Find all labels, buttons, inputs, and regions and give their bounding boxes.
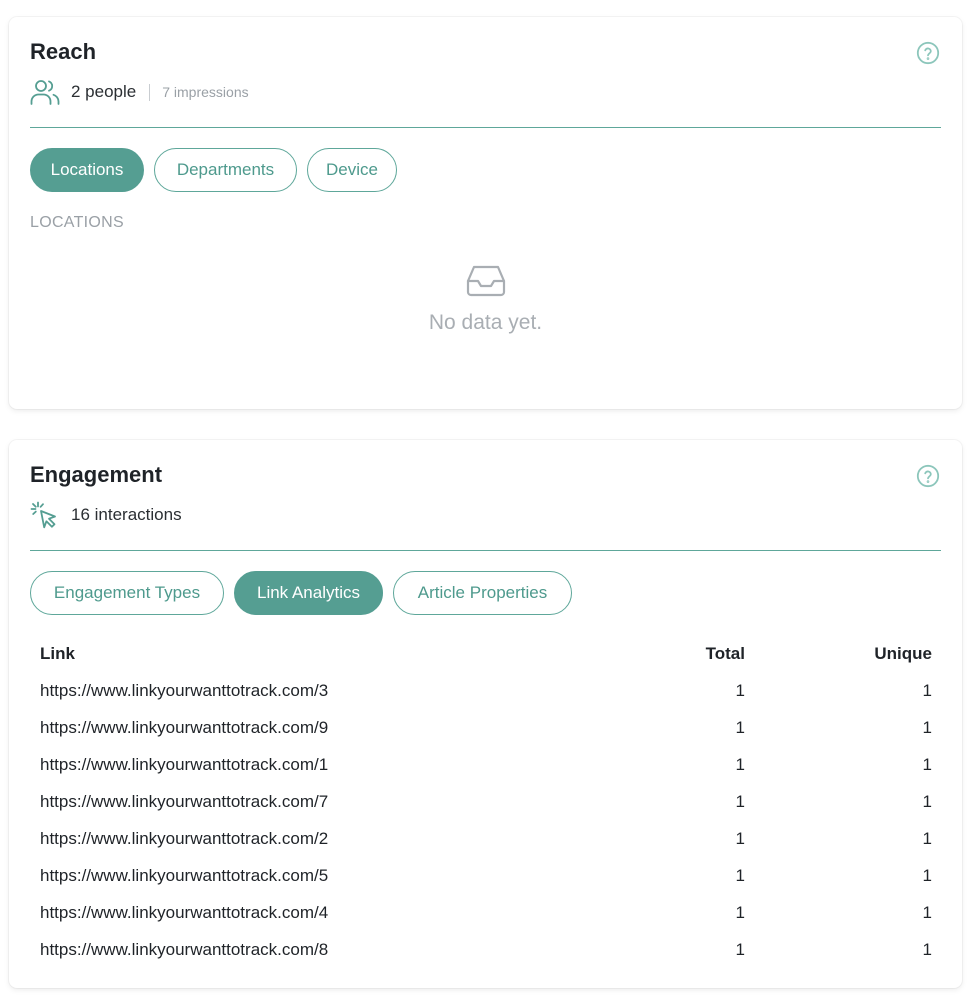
- link-analytics-table: Link Total Unique https://www.linkyourwa…: [30, 635, 942, 968]
- cursor-click-icon: [30, 501, 60, 529]
- unique-cell: 1: [922, 939, 932, 959]
- link-cell: https://www.linkyourwanttotrack.com/2: [40, 828, 329, 848]
- total-cell: 1: [735, 939, 745, 959]
- unique-cell: 1: [922, 717, 932, 737]
- tab-engagement-types[interactable]: Engagement Types: [30, 571, 224, 615]
- link-cell: https://www.linkyourwanttotrack.com/5: [40, 865, 329, 885]
- reach-stats: 2 people 7 impressions: [30, 77, 249, 107]
- reach-title: Reach: [30, 39, 97, 64]
- interactions-count: 16 interactions: [71, 505, 182, 524]
- link-cell: https://www.linkyourwanttotrack.com/3: [40, 680, 329, 700]
- engagement-card: Engagement 16 interactions Engagement Ty…: [9, 440, 962, 988]
- impressions-count: 7 impressions: [162, 84, 249, 100]
- unique-cell: 1: [922, 791, 932, 811]
- table-row: https://www.linkyourwanttotrack.com/5 1 …: [30, 857, 942, 894]
- table-row: https://www.linkyourwanttotrack.com/8 1 …: [30, 931, 942, 968]
- link-cell: https://www.linkyourwanttotrack.com/7: [40, 791, 329, 811]
- link-cell: https://www.linkyourwanttotrack.com/8: [40, 939, 329, 959]
- users-icon: [30, 78, 60, 106]
- unique-cell: 1: [922, 754, 932, 774]
- empty-text: No data yet.: [428, 311, 543, 334]
- total-cell: 1: [735, 717, 745, 737]
- engagement-divider: [30, 550, 941, 551]
- link-cell: https://www.linkyourwanttotrack.com/4: [40, 902, 329, 922]
- help-circle-icon[interactable]: [916, 41, 940, 65]
- total-cell: 1: [735, 865, 745, 885]
- stat-separator: [149, 83, 151, 101]
- help-circle-icon[interactable]: [916, 464, 940, 488]
- engagement-tabs: Engagement Types Link Analytics Article …: [30, 571, 572, 615]
- unique-cell: 1: [922, 902, 932, 922]
- table-row: https://www.linkyourwanttotrack.com/2 1 …: [30, 820, 942, 857]
- engagement-stats: 16 interactions: [30, 500, 182, 530]
- total-cell: 1: [735, 828, 745, 848]
- tab-locations[interactable]: Locations: [30, 148, 144, 192]
- total-cell: 1: [735, 754, 745, 774]
- reach-card: Reach 2 people 7 impressions Locations D…: [9, 17, 962, 409]
- total-cell: 1: [735, 902, 745, 922]
- people-count: 2 people: [71, 82, 137, 101]
- total-cell: 1: [735, 791, 745, 811]
- table-row: https://www.linkyourwanttotrack.com/7 1 …: [30, 783, 942, 820]
- empty-state: No data yet.: [9, 264, 962, 335]
- table-row: https://www.linkyourwanttotrack.com/9 1 …: [30, 709, 942, 746]
- table-header-row: Link Total Unique: [30, 635, 942, 672]
- total-cell: 1: [735, 680, 745, 700]
- inbox-icon: [466, 264, 506, 298]
- header-total: Total: [705, 643, 745, 663]
- engagement-title: Engagement: [30, 462, 163, 487]
- reach-divider: [30, 127, 941, 128]
- table-row: https://www.linkyourwanttotrack.com/4 1 …: [30, 894, 942, 931]
- tab-link-analytics[interactable]: Link Analytics: [234, 571, 383, 615]
- header-unique: Unique: [874, 643, 932, 663]
- table-row: https://www.linkyourwanttotrack.com/3 1 …: [30, 672, 942, 709]
- tab-article-properties[interactable]: Article Properties: [393, 571, 572, 615]
- tab-departments[interactable]: Departments: [154, 148, 297, 192]
- reach-tabs: Locations Departments Device: [30, 148, 397, 192]
- unique-cell: 1: [922, 865, 932, 885]
- unique-cell: 1: [922, 828, 932, 848]
- section-label: LOCATIONS: [30, 214, 124, 231]
- unique-cell: 1: [922, 680, 932, 700]
- link-cell: https://www.linkyourwanttotrack.com/9: [40, 717, 329, 737]
- link-cell: https://www.linkyourwanttotrack.com/1: [40, 754, 329, 774]
- header-link: Link: [40, 643, 75, 663]
- table-row: https://www.linkyourwanttotrack.com/1 1 …: [30, 746, 942, 783]
- tab-device[interactable]: Device: [307, 148, 397, 192]
